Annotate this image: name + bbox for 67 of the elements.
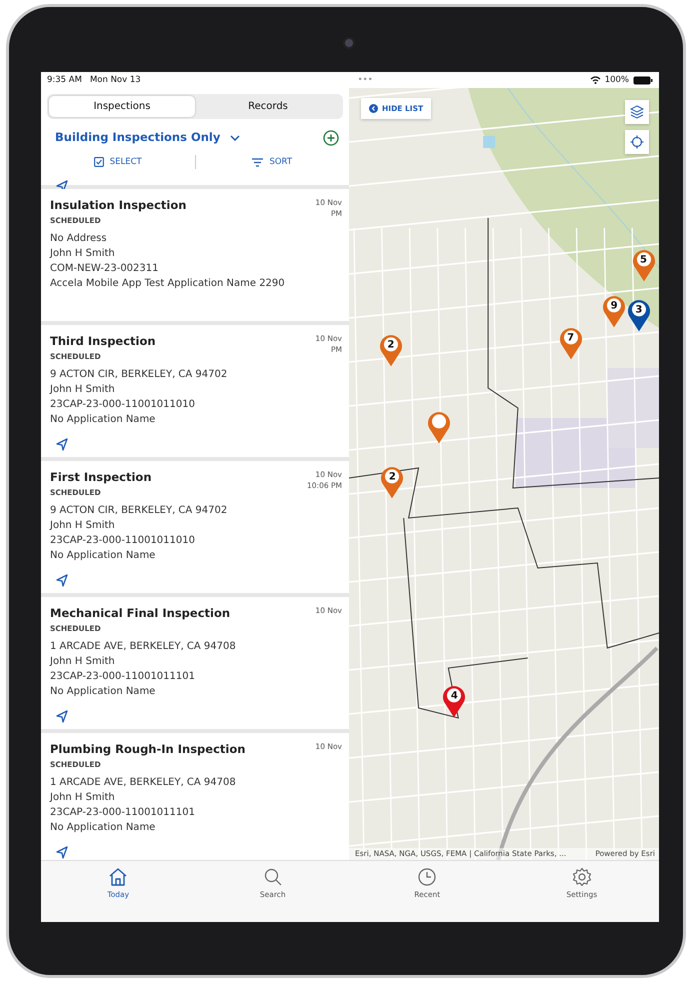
settings-icon — [572, 867, 592, 887]
clock-icon — [417, 867, 438, 887]
map-pin[interactable] — [601, 294, 628, 328]
map-pin[interactable] — [441, 684, 468, 718]
layers-icon — [630, 105, 644, 119]
layers-button[interactable] — [625, 100, 649, 124]
navigation-icon[interactable] — [55, 844, 69, 859]
navigation-icon[interactable] — [55, 572, 69, 587]
map-pin[interactable] — [630, 248, 656, 282]
inspection-detail: Accela Mobile App Test Application Name 2290 — [50, 276, 286, 291]
sort-icon — [252, 158, 264, 167]
inspection-detail: 23CAP-23-000-11001011101 — [50, 670, 196, 684]
select-button[interactable]: SELECT — [41, 156, 194, 169]
inspection-title: Mechanical Final Inspection — [50, 605, 230, 622]
inspection-detail: 9 ACTON CIR, BERKELEY, CA 94702 — [50, 368, 228, 382]
segment-tab[interactable]: Records — [195, 96, 341, 117]
chevron-down-icon — [230, 134, 240, 141]
pin-number: 3 — [634, 303, 644, 318]
battery-icon — [633, 76, 654, 84]
pin-number: 7 — [566, 332, 576, 346]
segment-tab[interactable]: Inspections — [49, 96, 195, 117]
inspection-detail: No Application Name — [50, 820, 156, 835]
navigation-icon[interactable] — [55, 436, 69, 451]
inspection-detail: No Application Name — [50, 548, 156, 563]
pin-number: 5 — [639, 253, 648, 268]
home-icon — [108, 867, 128, 887]
checkbox-icon — [94, 157, 104, 168]
battery-percent: 100% — [604, 74, 630, 86]
status-date: Mon Nov 13 — [90, 74, 141, 86]
inspection-detail: John H Smith — [50, 382, 116, 397]
inspection-detail: No Application Name — [50, 412, 156, 427]
inspection-detail: COM-NEW-23-002311 — [50, 262, 160, 276]
multitask-dots: ••• — [358, 74, 373, 86]
inspection-detail: No Application Name — [50, 684, 156, 699]
locate-button[interactable] — [625, 130, 649, 154]
crosshair-icon — [630, 135, 644, 149]
inspection-title: Third Inspection — [50, 333, 156, 350]
sort-button[interactable]: SORT — [196, 156, 349, 169]
inspection-detail: 1 ARCADE AVE, BERKELEY, CA 94708 — [50, 776, 237, 790]
inspection-title: Plumbing Rough-In Inspection — [50, 741, 246, 758]
inspection-detail: 23CAP-23-000-11001011010 — [50, 398, 196, 412]
camera-icon — [343, 37, 355, 49]
filter-dropdown[interactable]: Building Inspections Only — [55, 129, 240, 146]
inspection-detail: 23CAP-23-000-11001011010 — [50, 534, 196, 548]
inspection-title: First Inspection — [50, 469, 152, 486]
pin-number: 2 — [386, 338, 396, 352]
inspection-detail: 1 ARCADE AVE, BERKELEY, CA 94708 — [50, 640, 237, 654]
inspection-detail: No Address — [50, 232, 108, 246]
wifi-icon — [590, 76, 601, 84]
inspection-detail: 9 ACTON CIR, BERKELEY, CA 94702 — [50, 504, 228, 518]
inspection-title: Insulation Inspection — [50, 197, 186, 214]
pin-number: 9 — [610, 299, 619, 314]
inspection-detail: John H Smith — [50, 246, 116, 261]
navigation-icon[interactable] — [55, 708, 69, 723]
map-pin[interactable] — [378, 333, 404, 367]
pin-number: 2 — [388, 470, 397, 484]
chevron-left-icon — [369, 104, 378, 114]
inspection-detail: John H Smith — [50, 654, 116, 669]
map-pin[interactable] — [626, 298, 652, 332]
pin-number: 4 — [450, 689, 459, 704]
add-icon[interactable] — [323, 130, 339, 146]
inspection-detail: 23CAP-23-000-11001011101 — [50, 806, 196, 820]
inspection-detail: John H Smith — [50, 790, 116, 805]
map-pin[interactable] — [379, 465, 406, 500]
inspection-detail: John H Smith — [50, 518, 116, 533]
status-time: 9:35 AM — [47, 74, 82, 86]
search-icon — [262, 867, 283, 887]
